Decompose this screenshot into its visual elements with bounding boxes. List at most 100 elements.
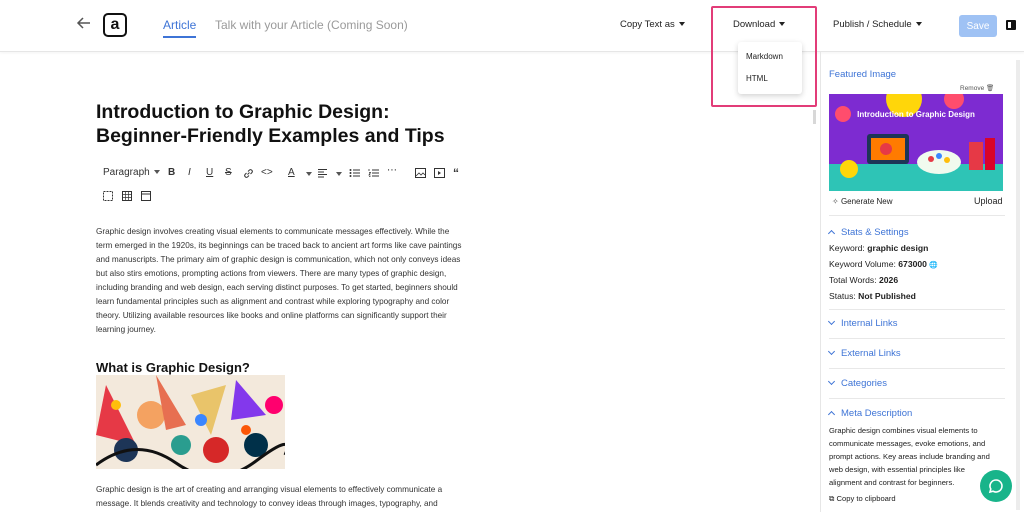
- tab-talk-with-article[interactable]: Talk with your Article (Coming Soon): [215, 18, 408, 32]
- globe-icon: 🌐: [929, 262, 939, 269]
- section-heading[interactable]: What is Graphic Design?: [96, 360, 250, 375]
- sidebar-scrollbar[interactable]: [1016, 60, 1020, 510]
- abstract-art-image[interactable]: [96, 375, 285, 469]
- meta-description-text[interactable]: Graphic design combines visual elements …: [829, 424, 990, 489]
- text-line: learning journey.: [96, 325, 156, 334]
- chat-bubble-icon: [988, 479, 1003, 494]
- internal-links-toggle[interactable]: Internal Links: [827, 317, 898, 329]
- table-icon[interactable]: [122, 191, 132, 201]
- chevron-down-icon: [827, 317, 836, 326]
- article-title[interactable]: Introduction to Graphic Design: Beginner…: [96, 100, 496, 148]
- back-arrow-icon[interactable]: [76, 15, 92, 31]
- publish-schedule-button[interactable]: Publish / Schedule: [833, 19, 922, 30]
- text-line: theory. Utilizing available resources li…: [96, 311, 447, 320]
- chevron-up-icon: [827, 410, 836, 419]
- link-icon[interactable]: [243, 168, 254, 179]
- total-words-row: Total Words: 2026: [829, 275, 898, 285]
- publish-label: Publish / Schedule: [833, 19, 912, 30]
- embed-icon[interactable]: [103, 191, 113, 201]
- volume-value: 673000: [898, 259, 927, 269]
- video-icon[interactable]: [434, 168, 445, 178]
- keyword-label: Keyword:: [829, 243, 865, 253]
- tab-article[interactable]: Article: [163, 18, 197, 38]
- italic-icon[interactable]: I: [188, 167, 191, 178]
- numbered-list-icon[interactable]: [368, 168, 379, 178]
- copy-text-as-button[interactable]: Copy Text as: [620, 19, 685, 30]
- generate-label: Generate New: [840, 197, 893, 206]
- intro-paragraph[interactable]: Graphic design involves creating visual …: [96, 225, 486, 337]
- external-links-label: External Links: [841, 348, 901, 359]
- chevron-up-icon: [827, 229, 836, 238]
- underline-icon[interactable]: U: [206, 167, 213, 178]
- stats-settings-toggle[interactable]: Stats & Settings: [827, 227, 909, 238]
- code-icon[interactable]: <>: [261, 167, 273, 178]
- internal-links-label: Internal Links: [841, 318, 898, 329]
- title-line-1: Introduction to Graphic Design:: [96, 101, 390, 123]
- chevron-down-icon: [827, 377, 836, 386]
- sidebar-toggle-icon[interactable]: [1006, 20, 1016, 30]
- chevron-down-icon: [915, 22, 922, 27]
- paragraph-style-label: Paragraph: [103, 167, 150, 178]
- top-bar: a Article Talk with your Article (Coming…: [0, 0, 1024, 52]
- text-line: and manuscripts. The primary aim of grap…: [96, 255, 461, 264]
- save-button[interactable]: Save: [959, 15, 997, 37]
- text-line: Graphic design involves creating visual …: [96, 227, 450, 236]
- text-line: prompt actions. Key areas include brandi…: [829, 452, 990, 461]
- chevron-down-icon: [336, 172, 342, 176]
- featured-image-caption: Introduction to Graphic Design: [857, 110, 975, 119]
- section-paragraph[interactable]: Graphic design is the art of creating an…: [96, 483, 486, 511]
- text-color-icon[interactable]: A: [288, 167, 295, 178]
- remove-button[interactable]: Remove 🗑: [960, 84, 994, 92]
- strikethrough-icon[interactable]: S: [225, 167, 232, 178]
- status-row: Status: Not Published: [829, 291, 916, 301]
- app-logo[interactable]: a: [103, 13, 127, 37]
- editor-scrollbar[interactable]: [813, 110, 816, 124]
- categories-label: Categories: [841, 378, 887, 389]
- align-icon[interactable]: [317, 168, 328, 178]
- chat-support-button[interactable]: [980, 470, 1012, 502]
- featured-image[interactable]: Introduction to Graphic Design: [829, 94, 1003, 191]
- divider: [829, 398, 1005, 399]
- divider: [829, 338, 1005, 339]
- horizontal-rule-icon[interactable]: ⋯: [387, 165, 397, 176]
- generate-new-button[interactable]: ✧ Generate New: [832, 197, 893, 206]
- layout-icon[interactable]: [141, 191, 151, 201]
- chevron-down-icon: [153, 170, 160, 175]
- copy-to-clipboard-button[interactable]: ⧉ Copy to clipboard: [829, 494, 896, 504]
- chevron-down-icon: [678, 22, 685, 27]
- paragraph-style-select[interactable]: Paragraph: [103, 167, 160, 178]
- text-line: term emerged in the 1920s, its beginning…: [96, 241, 462, 250]
- clipboard-icon: ⧉: [829, 494, 835, 503]
- bullet-list-icon[interactable]: [349, 168, 360, 178]
- status-label: Status:: [829, 291, 856, 301]
- menu-item-html[interactable]: HTML: [746, 74, 768, 83]
- keyword-value: graphic design: [867, 243, 929, 253]
- meta-description-toggle[interactable]: Meta Description: [827, 408, 912, 419]
- quote-icon[interactable]: “: [453, 166, 459, 180]
- words-label: Total Words:: [829, 275, 877, 285]
- copy-clipboard-label: Copy to clipboard: [836, 494, 896, 503]
- text-line: Graphic design combines visual elements …: [829, 426, 978, 435]
- text-line: web design, with essential principles li…: [829, 465, 965, 474]
- image-icon[interactable]: [415, 168, 426, 178]
- categories-toggle[interactable]: Categories: [827, 377, 887, 389]
- text-line: including branding and web design, each …: [96, 283, 458, 292]
- text-line: Graphic design is the art of creating an…: [96, 485, 443, 494]
- external-links-toggle[interactable]: External Links: [827, 347, 901, 359]
- remove-label: Remove: [960, 85, 985, 92]
- text-line: communicate messages, evoke emotions, an…: [829, 439, 986, 448]
- keyword-volume-row: Keyword Volume: 673000 🌐: [829, 259, 938, 269]
- divider: [829, 368, 1005, 369]
- words-value: 2026: [879, 275, 899, 285]
- text-line: learn fundamental principles such as ali…: [96, 297, 450, 306]
- bold-icon[interactable]: B: [168, 167, 175, 178]
- menu-item-markdown[interactable]: Markdown: [746, 52, 783, 61]
- text-line: alignment and contrast for beginners.: [829, 478, 955, 487]
- status-value: Not Published: [858, 291, 916, 301]
- featured-image-label: Featured Image: [829, 69, 897, 80]
- upload-button[interactable]: Upload: [974, 196, 1003, 206]
- keyword-row: Keyword: graphic design: [829, 243, 928, 253]
- title-line-2: Beginner-Friendly Examples and Tips: [96, 125, 445, 147]
- chevron-down-icon: [306, 172, 312, 176]
- divider: [829, 309, 1005, 310]
